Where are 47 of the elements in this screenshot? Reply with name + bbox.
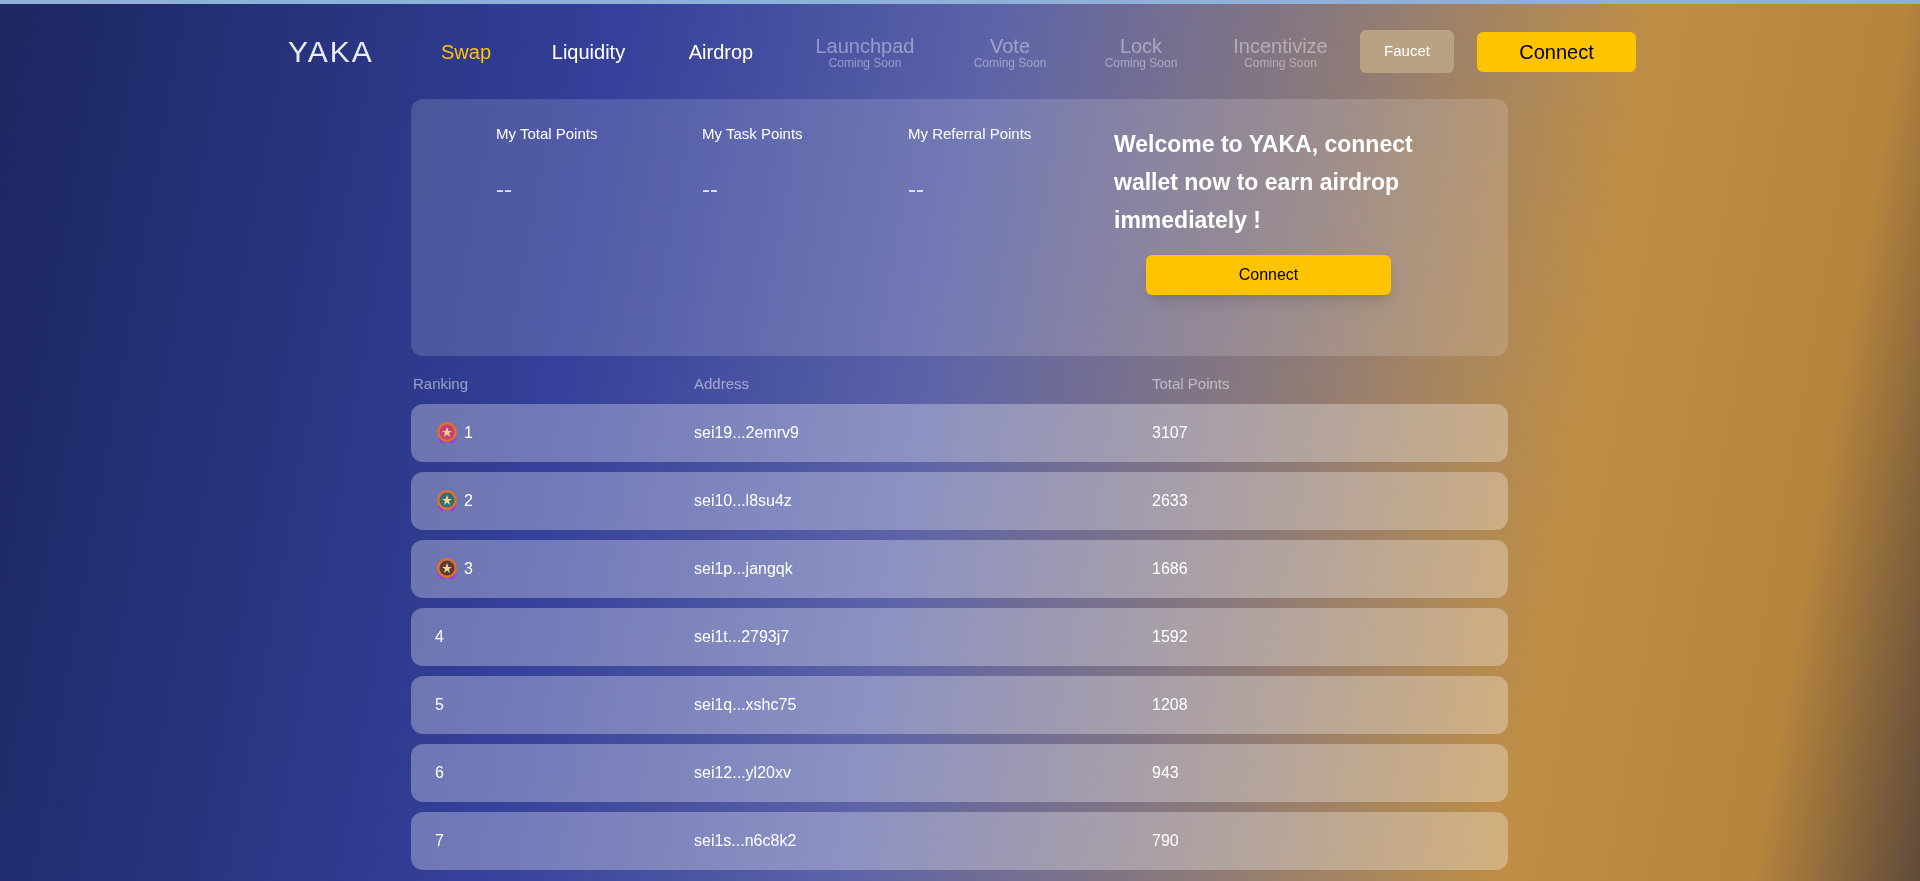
leaderboard-row[interactable]: 6 sei12...yl20xv 943 [411, 744, 1508, 802]
points-label: My Task Points [702, 124, 804, 144]
faucet-button[interactable]: Faucet [1360, 30, 1454, 73]
points-total: 1686 [1152, 559, 1189, 579]
connect-button[interactable]: Connect [1477, 31, 1636, 72]
connect-button[interactable]: Connect [1146, 255, 1391, 295]
wallet-address: sei1p...jangqk [694, 559, 794, 579]
points-total: 790 [1152, 831, 1180, 851]
rank-number: 2 [464, 491, 473, 511]
wallet-address: sei19...2emrv9 [694, 423, 800, 443]
nav-link[interactable]: Airdrop [688, 40, 754, 63]
wallet-address: sei1q...xshc75 [694, 695, 798, 715]
rank-number: 5 [435, 695, 444, 715]
rank-number: 7 [435, 831, 444, 851]
coming-soon-label: Coming Soon [1104, 56, 1178, 69]
leaderboard-row[interactable]: 3 sei1p...jangqk 1686 [411, 540, 1508, 598]
wallet-address: sei12...yl20xv [694, 763, 792, 783]
rank-number: 6 [435, 763, 444, 783]
wallet-address: sei10...l8su4z [694, 491, 793, 511]
nav-link[interactable]: Swap [441, 40, 491, 63]
nav-link[interactable]: Liquidity [551, 40, 626, 63]
rank-number: 4 [435, 627, 444, 647]
leaderboard-row[interactable]: 1 sei19...2emrv9 3107 [411, 404, 1508, 462]
points-total: 1208 [1152, 695, 1189, 715]
coming-soon-label: Coming Soon [828, 56, 902, 69]
wallet-address: sei1t...2793j7 [694, 627, 791, 647]
welcome-message: Welcome to YAKA, connect wallet now to earn airdrop immediately ! [1114, 130, 1414, 235]
points-total: 2633 [1152, 491, 1189, 511]
points-total: 943 [1152, 763, 1180, 783]
column-header: Total Points [1152, 373, 1231, 394]
points-total: 3107 [1152, 423, 1189, 443]
leaderboard-row[interactable]: 5 sei1q...xshc75 1208 [411, 676, 1508, 734]
coming-soon-label: Coming Soon [973, 56, 1047, 69]
column-header: Ranking [412, 373, 470, 394]
rank-number: 3 [464, 559, 473, 579]
wallet-address: sei1s...n6c8k2 [694, 831, 798, 851]
points-value: -- [496, 174, 512, 204]
points-label: My Referral Points [908, 124, 1033, 144]
column-header: Address [694, 373, 751, 394]
leaderboard-row[interactable]: 2 sei10...l8su4z 2633 [411, 472, 1508, 530]
rank-number: 1 [464, 423, 473, 443]
points-value: -- [702, 174, 718, 204]
points-value: -- [908, 174, 924, 204]
points-total: 1592 [1152, 627, 1189, 647]
leaderboard-row[interactable]: 4 sei1t...2793j7 1592 [411, 608, 1508, 666]
leaderboard-row[interactable]: 7 sei1s...n6c8k2 790 [411, 812, 1508, 870]
points-label: My Total Points [496, 124, 599, 144]
